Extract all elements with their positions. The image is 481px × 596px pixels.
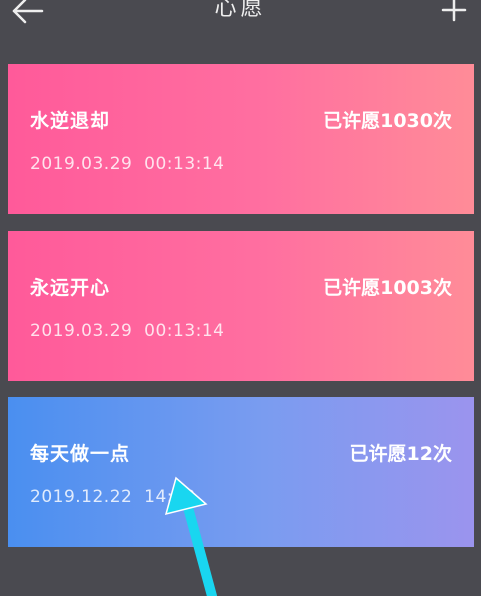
- page-title: 心愿: [214, 0, 267, 21]
- wish-count: 已许愿1003次: [323, 277, 452, 299]
- top-bar: 心愿: [0, 0, 481, 40]
- plus-icon[interactable]: [439, 0, 469, 24]
- wish-count: 已许愿1030次: [323, 110, 452, 132]
- wish-card[interactable]: 每天做一点 已许愿12次 2019.12.22 14:33: [8, 397, 474, 547]
- wish-name: 水逆退却: [30, 110, 111, 132]
- wish-card[interactable]: 永远开心 已许愿1003次 2019.03.29 00:13:14: [8, 231, 474, 381]
- wish-name: 永远开心: [30, 277, 111, 299]
- wish-name: 每天做一点: [30, 443, 131, 465]
- wish-app: 心愿 水逆退却 已许愿1030次 2019.03.29 00:13:14 永远开…: [0, 0, 481, 596]
- wish-date: 2019.03.29 00:13:14: [30, 321, 225, 341]
- wish-count: 已许愿12次: [349, 443, 452, 465]
- wish-date: 2019.12.22 14:33: [30, 487, 196, 507]
- wish-card[interactable]: 水逆退却 已许愿1030次 2019.03.29 00:13:14: [8, 64, 474, 214]
- wish-date: 2019.03.29 00:13:14: [30, 154, 225, 174]
